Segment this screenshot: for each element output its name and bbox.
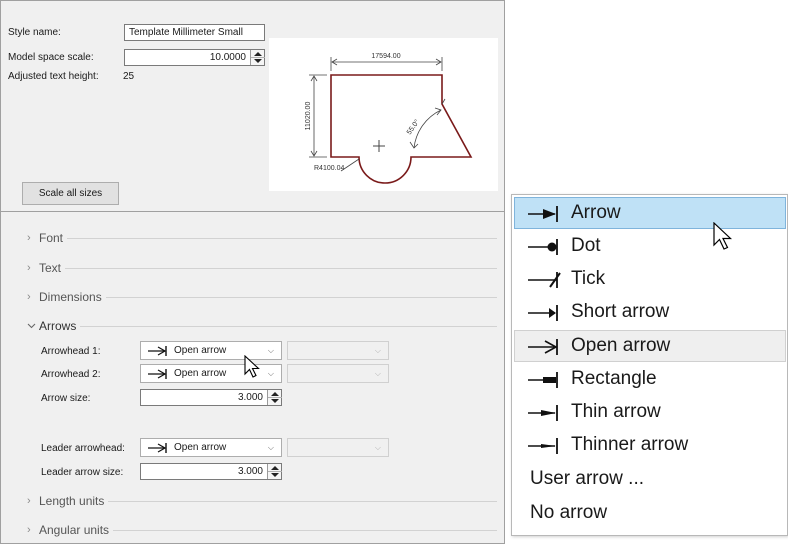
scale-spinner[interactable] [250, 50, 265, 65]
adjusted-text-height-label: Adjusted text height: [8, 71, 99, 82]
leader-arrowhead-value: Open arrow [174, 442, 227, 453]
leader-arrowhead-label: Leader arrowhead: [41, 443, 125, 454]
preview-radius-dim: R4100.04 [314, 165, 344, 172]
adjusted-text-height-value: 25 [123, 71, 135, 82]
dimension-style-panel: Style name: Template Millimeter Small Mo… [0, 0, 505, 212]
arrow-type-dropdown-list: Arrow Dot Tick Short arrow Open arrow Re… [511, 194, 788, 536]
leader-arrow-size-value: 3.000 [237, 466, 263, 477]
section-text-label: Text [39, 261, 62, 275]
option-tick-label: Tick [571, 268, 606, 289]
option-dot[interactable]: Dot [514, 230, 786, 262]
section-text[interactable]: › Text [27, 260, 497, 276]
divider [80, 325, 497, 327]
model-space-scale-label: Model space scale: [8, 52, 94, 63]
chevron-down-icon: ⌵ [267, 369, 274, 378]
option-no-arrow-label: No arrow [530, 502, 608, 523]
tick-arrow-icon [527, 270, 563, 296]
properties-panel: › Font › Text › Dimensions Arrows Arrowh… [0, 212, 505, 544]
filled-arrow-icon [527, 204, 563, 230]
arrowhead2-secondary-combo[interactable]: ⌵ [287, 364, 389, 383]
chevron-right-icon: › [27, 495, 31, 507]
preview-height-dim: 11020.00 [305, 102, 312, 131]
arrowhead1-label: Arrowhead 1: [41, 346, 101, 357]
model-space-scale-value: 10.0000 [209, 52, 246, 63]
scale-all-sizes-button[interactable]: Scale all sizes [22, 182, 119, 205]
chevron-down-icon: ⌵ [267, 443, 274, 452]
section-length-units-label: Length units [39, 494, 105, 508]
mouse-pointer-icon [244, 355, 260, 378]
leader-arrow-size-spinner[interactable] [267, 464, 282, 479]
option-open-arrow[interactable]: Open arrow [514, 330, 786, 362]
chevron-down-icon [27, 320, 39, 332]
chevron-down-icon: ⌵ [374, 369, 381, 378]
option-thin-arrow[interactable]: Thin arrow [514, 396, 786, 428]
style-name-label: Style name: [8, 27, 61, 38]
option-dot-label: Dot [571, 235, 601, 256]
arrow-size-value: 3.000 [237, 392, 263, 403]
leader-arrowhead-secondary-combo[interactable]: ⌵ [287, 438, 389, 457]
option-arrow[interactable]: Arrow [514, 197, 786, 229]
section-angular-units-label: Angular units [39, 523, 110, 537]
dot-arrow-icon [527, 237, 563, 263]
chevron-down-icon: ⌵ [374, 346, 381, 355]
option-rectangle[interactable]: Rectangle [514, 363, 786, 395]
section-angular-units[interactable]: › Angular units [27, 522, 497, 538]
leader-arrowhead-combo[interactable]: Open arrow ⌵ [140, 438, 282, 457]
arrow-size-input[interactable]: 3.000 [140, 389, 282, 406]
thinner-arrow-icon [527, 436, 563, 462]
thin-arrow-icon [527, 403, 563, 429]
style-name-input[interactable]: Template Millimeter Small [124, 24, 265, 41]
section-font-label: Font [39, 231, 64, 245]
arrow-size-label: Arrow size: [41, 393, 91, 404]
option-open-arrow-label: Open arrow [571, 335, 671, 356]
chevron-right-icon: › [27, 291, 31, 303]
option-thinner-arrow[interactable]: Thinner arrow [514, 429, 786, 461]
option-arrow-label: Arrow [571, 202, 621, 223]
open-arrow-icon [147, 345, 169, 363]
section-arrows[interactable]: Arrows [27, 318, 497, 334]
short-arrow-icon [527, 303, 563, 329]
dimension-preview: R4100.04 17594.00 11020.00 55.0° [269, 38, 498, 191]
option-no-arrow[interactable]: No arrow [514, 497, 786, 529]
chevron-right-icon: › [27, 232, 31, 244]
section-length-units[interactable]: › Length units [27, 493, 497, 509]
leader-arrow-size-label: Leader arrow size: [41, 467, 124, 478]
arrowhead2-label: Arrowhead 2: [41, 369, 101, 380]
divider [65, 267, 497, 269]
divider [113, 529, 497, 531]
arrowhead1-secondary-combo[interactable]: ⌵ [287, 341, 389, 360]
mouse-pointer-icon [713, 222, 733, 250]
open-arrow-icon [147, 368, 169, 386]
divider [108, 500, 497, 502]
open-arrow-icon [147, 442, 169, 460]
option-rectangle-label: Rectangle [571, 368, 657, 389]
rectangle-arrow-icon [527, 370, 563, 396]
model-space-scale-input[interactable]: 10.0000 [124, 49, 265, 66]
arrowhead2-value: Open arrow [174, 368, 227, 379]
arrow-size-spinner[interactable] [267, 390, 282, 405]
option-short-arrow-label: Short arrow [571, 301, 670, 322]
chevron-right-icon: › [27, 524, 31, 536]
divider [67, 237, 497, 239]
option-user-arrow-label: User arrow ... [530, 468, 645, 489]
chevron-down-icon: ⌵ [374, 443, 381, 452]
section-dimensions[interactable]: › Dimensions [27, 289, 497, 305]
chevron-down-icon: ⌵ [267, 346, 274, 355]
option-tick[interactable]: Tick [514, 263, 786, 295]
arrowhead1-value: Open arrow [174, 345, 227, 356]
option-short-arrow[interactable]: Short arrow [514, 296, 786, 328]
section-arrows-label: Arrows [39, 319, 77, 333]
leader-arrow-size-input[interactable]: 3.000 [140, 463, 282, 480]
option-user-arrow[interactable]: User arrow ... [514, 463, 786, 495]
preview-width-dim: 17594.00 [371, 53, 400, 60]
divider [105, 296, 497, 298]
option-thinner-arrow-label: Thinner arrow [571, 434, 689, 455]
section-dimensions-label: Dimensions [39, 290, 102, 304]
open-arrow-icon [527, 337, 563, 363]
section-font[interactable]: › Font [27, 230, 497, 246]
option-thin-arrow-label: Thin arrow [571, 401, 661, 422]
chevron-right-icon: › [27, 262, 31, 274]
preview-angle-dim: 55.0° [405, 118, 421, 136]
